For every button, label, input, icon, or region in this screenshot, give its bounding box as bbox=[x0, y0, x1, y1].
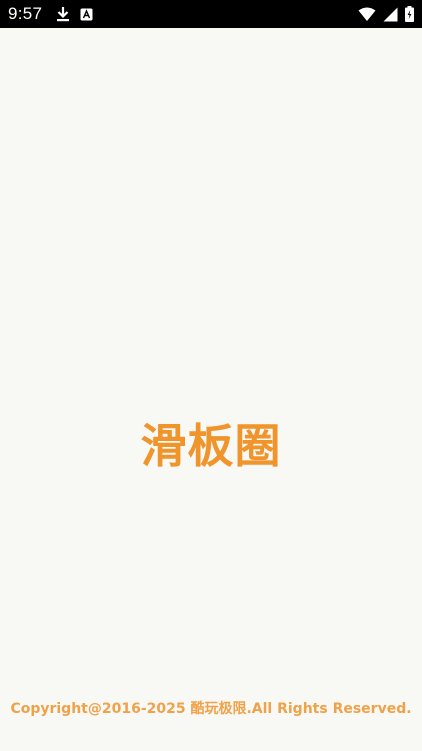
status-bar: 9:57 bbox=[0, 0, 422, 28]
a-notification-icon bbox=[80, 8, 93, 21]
app-title: 滑板圈 bbox=[140, 419, 282, 473]
wifi-icon bbox=[358, 7, 376, 22]
cell-signal-icon bbox=[383, 7, 398, 22]
download-icon bbox=[56, 6, 70, 22]
copyright-text: Copyright@2016-2025 酷玩极限.All Rights Rese… bbox=[10, 701, 412, 717]
system-icons bbox=[358, 6, 414, 22]
battery-charging-icon bbox=[405, 6, 414, 22]
notification-icons bbox=[56, 6, 93, 22]
status-time: 9:57 bbox=[8, 4, 43, 23]
